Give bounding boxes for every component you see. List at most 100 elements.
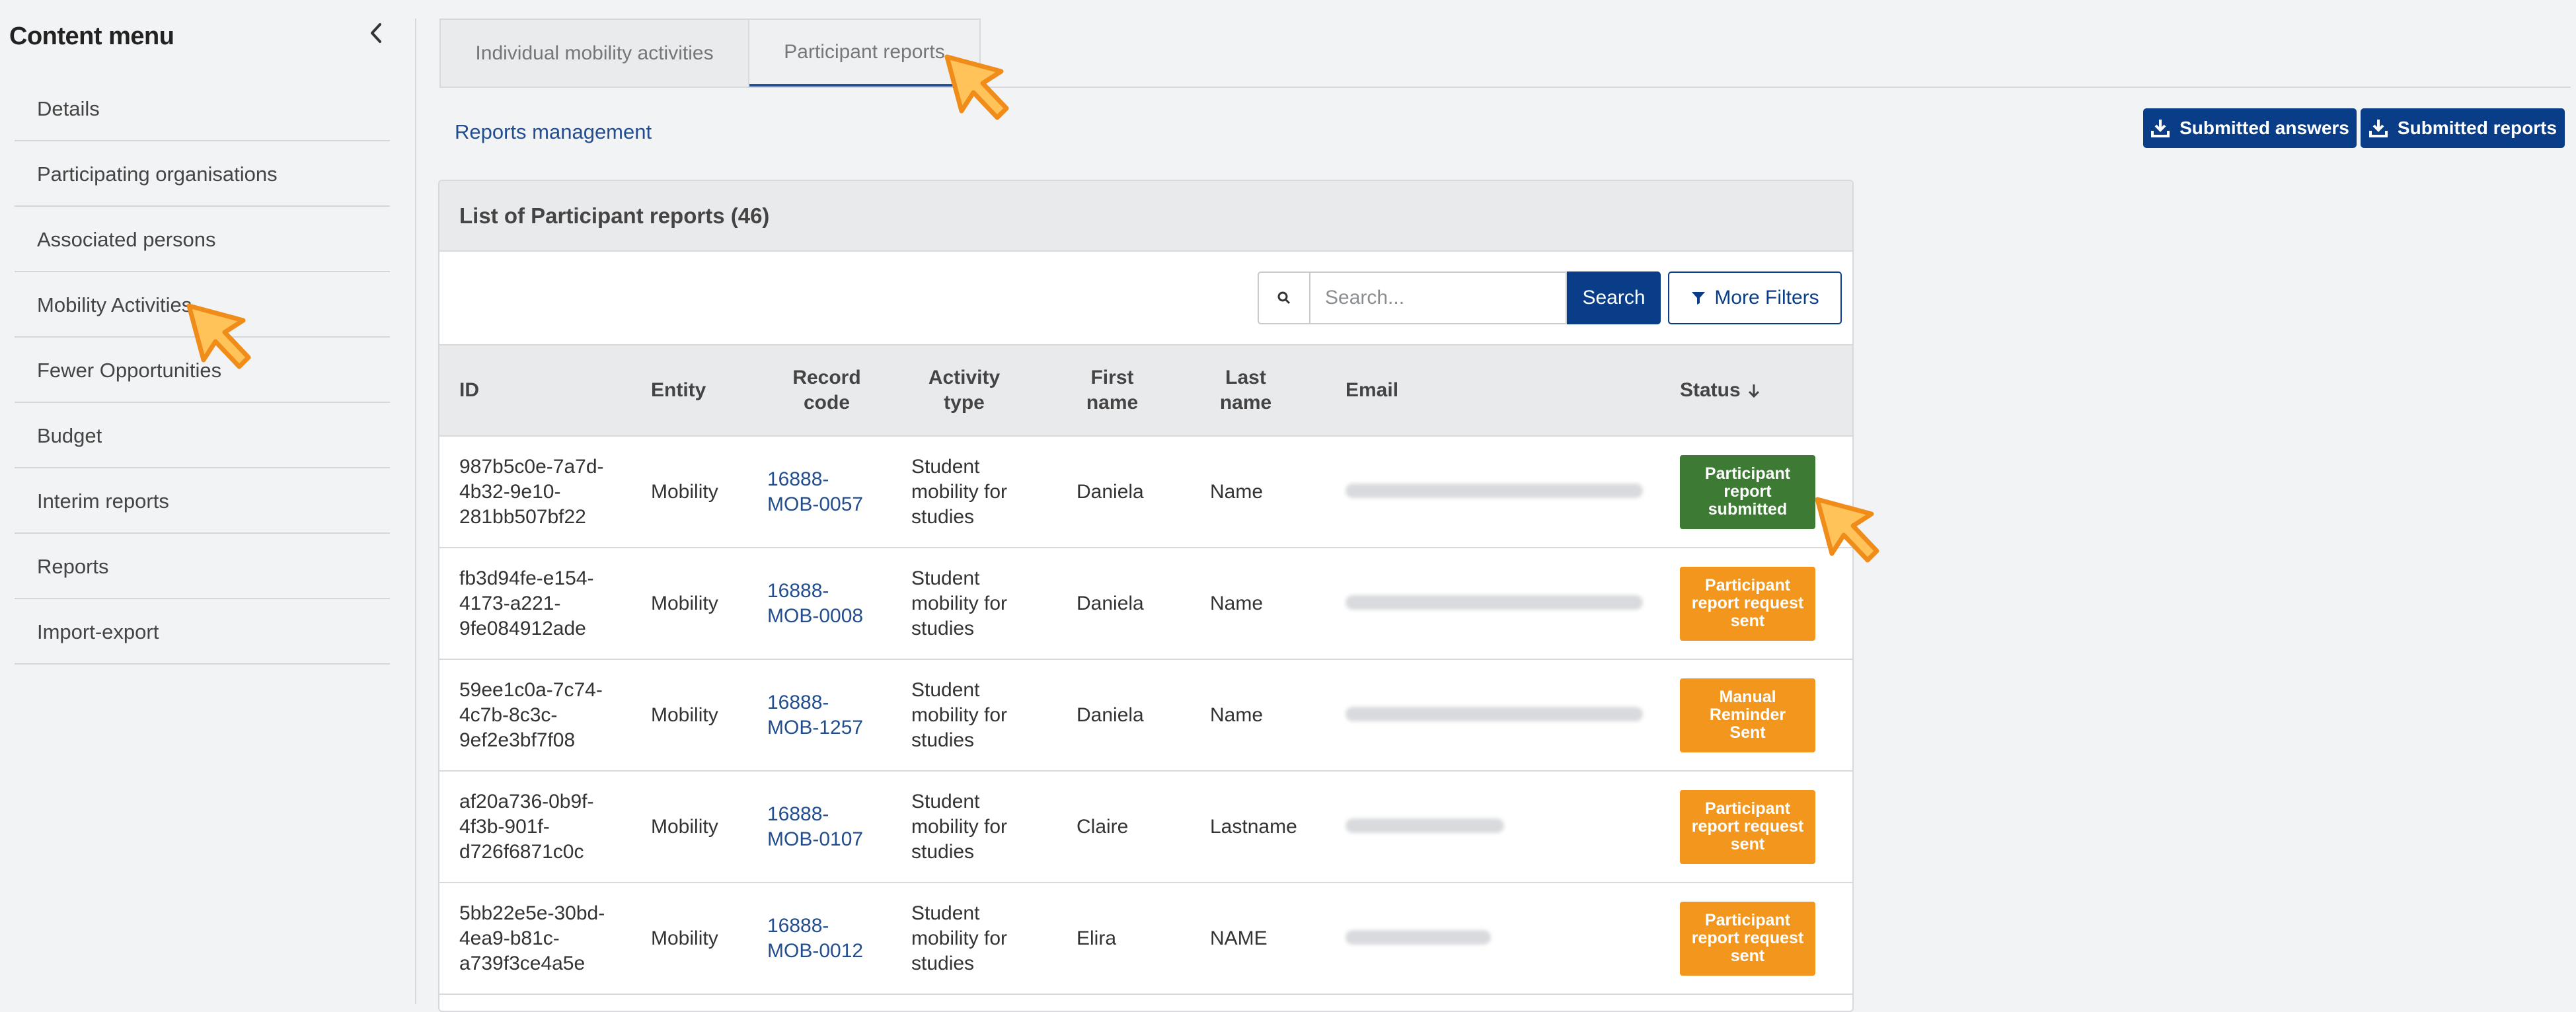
tab-divider [439,87,2571,88]
sidebar-item-label: Details [37,97,100,120]
cell-entity: Mobility [651,704,718,726]
cell-id: 59ee1c0a-7c74- 4c7b-8c3c- 9ef2e3bf7f08 [459,678,603,751]
col-activity-line1: Activity [928,367,1001,388]
cell-entity: Mobility [651,927,718,949]
cell-entity: Mobility [651,480,718,503]
search-group: Search [1258,271,1661,324]
sidebar-item-label: Reports [37,555,109,578]
status-badge: Manual Reminder Sent [1680,678,1815,752]
table-row: fb3d94fe-e154- 4173-a221- 9fe084912ade Mob… [439,548,1852,659]
tab-individual-mobility-activities[interactable]: Individual mobility activities [439,18,749,87]
cell-record-code[interactable]: 16888- MOB-0107 [767,771,911,883]
cell-activity-type: Student mobility for studies [911,790,1008,863]
cell-record-code[interactable]: 16888- MOB-0008 [767,548,911,659]
cell-last-name: Name [1210,704,1264,726]
sidebar-item-import-export[interactable]: Import-export [15,599,390,665]
col-activity-type[interactable]: Activity type [911,344,1077,437]
sidebar-item-label: Participating organisations [37,163,278,186]
col-first-line1: First [1090,367,1134,388]
status-badge: Participant report request sent [1680,789,1815,864]
submitted-reports-label: Submitted reports [2397,118,2557,138]
table-row: 987b5c0e-7a7d- 4b32-9e10- 281bb507bf22 Mob… [439,436,1852,548]
status-badge: Participant report submitted [1680,454,1815,529]
cell-id: af20a736-0b9f- 4f3b-901f-d726f6871c0c [459,790,594,863]
col-id[interactable]: ID [439,344,651,437]
col-status-label: Status [1680,379,1741,401]
cell-record-code[interactable]: 16888- MOB-1257 [767,659,911,771]
sidebar-item-participating-organisations[interactable]: Participating organisations [15,141,390,207]
cell-status: Manual Reminder Sent [1680,659,1852,771]
cell-record-code[interactable]: 16888- MOB-0057 [767,436,911,548]
col-record-code[interactable]: Record code [767,344,911,437]
sidebar-item-details[interactable]: Details [15,76,390,141]
col-record-code-line1: Record [792,367,861,388]
col-last-line1: Last [1225,367,1266,388]
sidebar-item-budget[interactable]: Budget [15,403,390,468]
col-first-name[interactable]: First name [1077,344,1210,437]
cell-first-name: Daniela [1077,480,1144,503]
cell-activity-type: Student mobility for studies [911,678,1008,751]
cell-first-name: Elira [1077,927,1117,949]
col-last-line2: name [1219,392,1272,414]
col-record-code-line2: code [803,392,851,414]
cell-id: 987b5c0e-7a7d- 4b32-9e10- 281bb507bf22 [459,455,604,528]
sidebar-item-associated-persons[interactable]: Associated persons [15,207,390,272]
cell-activity-type: Student mobility for studies [911,455,1008,528]
cell-id: fb3d94fe-e154- 4173-a221- 9fe084912ade [459,567,594,639]
sidebar-divider [415,18,416,1004]
cell-record-code[interactable]: 16888- MOB-0012 [767,883,911,994]
cell-id: 5bb22e5e-30bd- 4ea9-b81c-a739f3ce4a5e [459,902,605,974]
status-badge: Participant report request sent [1680,901,1815,976]
col-activity-line2: type [944,392,985,414]
sidebar-item-interim-reports[interactable]: Interim reports [15,468,390,534]
tab-bar: Individual mobility activities Participa… [439,18,981,87]
search-icon[interactable] [1258,271,1309,324]
sort-down-icon [1748,384,1760,398]
col-last-name[interactable]: Last name [1210,344,1345,437]
status-badge: Participant report request sent [1680,566,1815,641]
cell-entity: Mobility [651,815,718,838]
cell-email-redacted [1345,883,1680,994]
reports-management-link[interactable]: Reports management [455,120,652,144]
cell-last-name: NAME [1210,927,1268,949]
col-email[interactable]: Email [1345,344,1680,437]
cell-last-name: Lastname [1210,815,1297,838]
sidebar-title: Content menu [9,22,174,50]
pointer-cursor-icon [186,303,251,369]
chevron-left-icon[interactable] [363,20,390,46]
pointer-cursor-icon [944,54,1009,120]
cell-email-redacted [1345,659,1680,771]
cell-activity-type: Student mobility for studies [911,567,1008,639]
table-row: 5bb22e5e-30bd- 4ea9-b81c-a739f3ce4a5e Mob… [439,883,1852,994]
cell-entity: Mobility [651,592,718,614]
table-header-row: ID Entity Record code Activity type First n… [439,344,1852,437]
cell-first-name: Claire [1077,815,1129,838]
submitted-answers-label: Submitted answers [2179,118,2349,138]
col-first-line2: name [1086,392,1139,414]
participant-reports-table: ID Entity Record code Activity type First n… [439,344,1852,995]
pointer-cursor-icon [1815,497,1879,563]
cell-activity-type: Student mobility for studies [911,902,1008,974]
filter-icon [1692,292,1706,305]
download-icon [2368,120,2388,137]
sidebar-item-label: Budget [37,424,102,447]
submitted-answers-button[interactable]: Submitted answers [2143,108,2357,148]
table-row: 59ee1c0a-7c74- 4c7b-8c3c- 9ef2e3bf7f08 Mob… [439,659,1852,771]
search-button[interactable]: Search [1567,271,1661,324]
cell-email-redacted [1345,548,1680,659]
sidebar-item-label: Mobility Activities [37,293,192,316]
search-input[interactable] [1309,271,1567,324]
cell-email-redacted [1345,436,1680,548]
sidebar-item-label: Associated persons [37,228,216,251]
col-status[interactable]: Status [1680,344,1852,437]
cell-first-name: Daniela [1077,704,1144,726]
more-filters-button[interactable]: More Filters [1668,271,1842,324]
cell-status: Participant report request sent [1680,771,1852,883]
sidebar: Content menu Details Participating organ… [0,0,400,1004]
submitted-reports-button[interactable]: Submitted reports [2361,108,2565,148]
cell-first-name: Daniela [1077,592,1144,614]
cell-email-redacted [1345,771,1680,883]
sidebar-item-reports[interactable]: Reports [15,534,390,599]
col-entity[interactable]: Entity [651,344,767,437]
participant-reports-panel: List of Participant reports (46) Search … [438,180,1854,1012]
